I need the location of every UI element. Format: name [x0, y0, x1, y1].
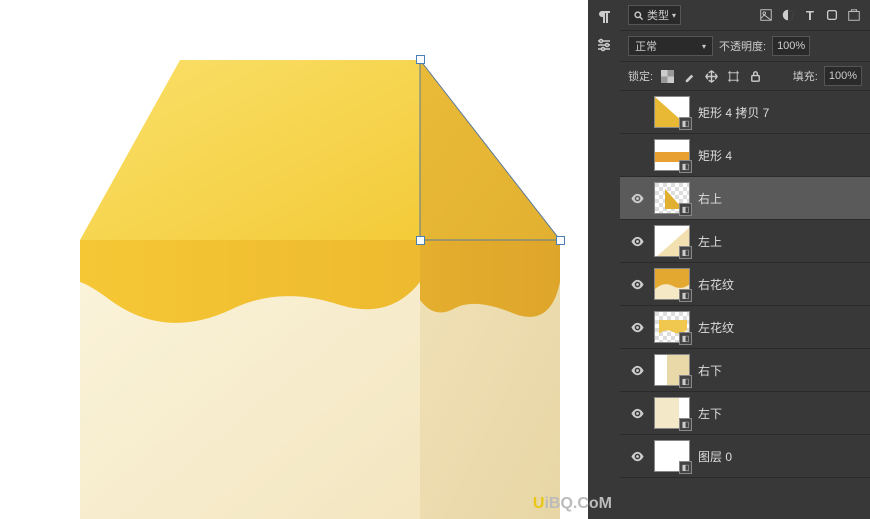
- canvas-area[interactable]: [0, 0, 588, 519]
- layer-thumbnail[interactable]: ◧: [654, 182, 690, 214]
- layer-name[interactable]: 矩形 4: [698, 147, 862, 164]
- layer-item[interactable]: ◧ 矩形 4: [620, 134, 870, 177]
- filter-text-icon[interactable]: T: [802, 7, 818, 23]
- filter-smart-icon[interactable]: [846, 7, 862, 23]
- layer-thumbnail[interactable]: ◧: [654, 354, 690, 386]
- visibility-toggle[interactable]: [628, 361, 646, 379]
- layer-name[interactable]: 左下: [698, 405, 862, 422]
- shape-badge-icon: ◧: [679, 246, 692, 259]
- shape-badge-icon: ◧: [679, 332, 692, 345]
- shape-badge-icon: ◧: [679, 160, 692, 173]
- visibility-toggle[interactable]: [628, 447, 646, 465]
- layer-item[interactable]: ◧ 右上: [620, 177, 870, 220]
- visibility-toggle[interactable]: [628, 189, 646, 207]
- opacity-label: 不透明度:: [719, 38, 766, 54]
- layer-item[interactable]: ◧ 右花纹: [620, 263, 870, 306]
- layer-name[interactable]: 左上: [698, 233, 862, 250]
- layer-item[interactable]: ◧ 左花纹: [620, 306, 870, 349]
- opacity-value[interactable]: 100%: [772, 36, 810, 56]
- layer-item[interactable]: ◧ 左下: [620, 392, 870, 435]
- lock-artboard-icon[interactable]: [725, 68, 741, 84]
- layer-name[interactable]: 矩形 4 拷贝 7: [698, 104, 862, 121]
- layer-name[interactable]: 左花纹: [698, 319, 862, 336]
- layer-name[interactable]: 右下: [698, 362, 862, 379]
- canvas-artwork: [80, 50, 560, 519]
- shape-badge-icon: ◧: [679, 289, 692, 302]
- fill-value[interactable]: 100%: [824, 66, 862, 86]
- lock-paint-icon[interactable]: [681, 68, 697, 84]
- filter-shape-icon[interactable]: [824, 7, 840, 23]
- watermark: UiBQ.CoM: [533, 495, 612, 513]
- layers-list: ◧ 矩形 4 拷贝 7 ◧ 矩形 4 ◧ 右上 ◧ 左上 ◧ 右花纹: [620, 91, 870, 519]
- fill-label: 填充:: [793, 68, 818, 84]
- lock-row: 锁定: 填充: 100%: [620, 62, 870, 91]
- shape-badge-icon: ◧: [679, 418, 692, 431]
- blend-mode-value: 正常: [635, 38, 657, 54]
- layers-panel: 类型 ▾ T 正常 ▾ 不透明度: 100% 锁定: 填充: 100%: [620, 0, 870, 519]
- layer-thumbnail[interactable]: ◧: [654, 440, 690, 472]
- adjustments-icon[interactable]: [595, 36, 613, 54]
- visibility-toggle[interactable]: [628, 318, 646, 336]
- visibility-toggle[interactable]: [628, 103, 646, 121]
- lock-transparency-icon[interactable]: [659, 68, 675, 84]
- filter-adjust-icon[interactable]: [780, 7, 796, 23]
- shape-badge-icon: ◧: [679, 203, 692, 216]
- layer-thumbnail[interactable]: ◧: [654, 311, 690, 343]
- transform-handle[interactable]: [416, 236, 425, 245]
- layer-filter-row: 类型 ▾ T: [620, 0, 870, 31]
- layer-item[interactable]: ◧ 图层 0: [620, 435, 870, 478]
- side-toolbar: [588, 0, 620, 519]
- lock-move-icon[interactable]: [703, 68, 719, 84]
- layer-item[interactable]: ◧ 右下: [620, 349, 870, 392]
- layer-thumbnail[interactable]: ◧: [654, 225, 690, 257]
- visibility-toggle[interactable]: [628, 232, 646, 250]
- shape-badge-icon: ◧: [679, 461, 692, 474]
- transform-handle[interactable]: [556, 236, 565, 245]
- blend-row: 正常 ▾ 不透明度: 100%: [620, 31, 870, 62]
- lock-label: 锁定:: [628, 68, 653, 84]
- blend-mode-select[interactable]: 正常 ▾: [628, 36, 713, 56]
- filter-pixel-icon[interactable]: [758, 7, 774, 23]
- layer-name[interactable]: 右上: [698, 190, 862, 207]
- layer-thumbnail[interactable]: ◧: [654, 268, 690, 300]
- layer-item[interactable]: ◧ 左上: [620, 220, 870, 263]
- shape-badge-icon: ◧: [679, 375, 692, 388]
- layer-name[interactable]: 图层 0: [698, 448, 862, 465]
- visibility-toggle[interactable]: [628, 404, 646, 422]
- layer-item[interactable]: ◧ 矩形 4 拷贝 7: [620, 91, 870, 134]
- layer-thumbnail[interactable]: ◧: [654, 96, 690, 128]
- transform-handle[interactable]: [416, 55, 425, 64]
- layer-filter-type[interactable]: 类型 ▾: [628, 5, 681, 25]
- layer-thumbnail[interactable]: ◧: [654, 139, 690, 171]
- visibility-toggle[interactable]: [628, 146, 646, 164]
- layer-thumbnail[interactable]: ◧: [654, 397, 690, 429]
- lock-all-icon[interactable]: [747, 68, 763, 84]
- paragraph-icon[interactable]: [595, 8, 613, 26]
- filter-type-label: 类型: [647, 7, 669, 23]
- filter-icons: T: [758, 7, 862, 23]
- visibility-toggle[interactable]: [628, 275, 646, 293]
- layer-name[interactable]: 右花纹: [698, 276, 862, 293]
- shape-badge-icon: ◧: [679, 117, 692, 130]
